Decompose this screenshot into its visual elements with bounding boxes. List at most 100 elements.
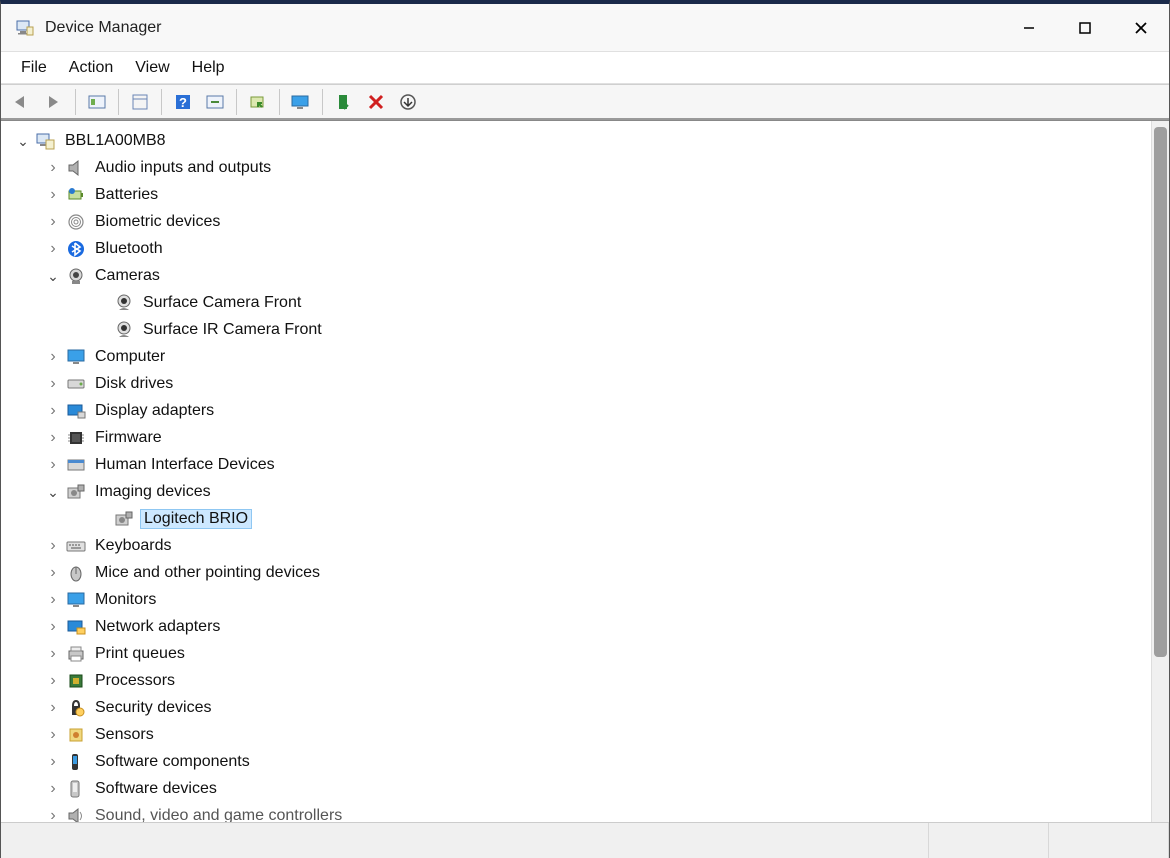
tree-item-label: Surface Camera Front bbox=[141, 294, 303, 312]
tree-category[interactable]: Sensors bbox=[11, 721, 1151, 748]
tree-category[interactable]: Processors bbox=[11, 667, 1151, 694]
tree-device[interactable]: Surface Camera Front bbox=[11, 289, 1151, 316]
tree-expander[interactable] bbox=[45, 430, 61, 446]
tree-expander[interactable] bbox=[45, 376, 61, 392]
tree-item-label: Sensors bbox=[93, 726, 156, 744]
tree-expander[interactable] bbox=[45, 484, 61, 500]
vertical-scrollbar[interactable] bbox=[1151, 121, 1169, 822]
mouse-icon bbox=[65, 562, 87, 584]
tree-category[interactable]: Keyboards bbox=[11, 532, 1151, 559]
tree-category[interactable]: Print queues bbox=[11, 640, 1151, 667]
display-button[interactable] bbox=[286, 88, 316, 116]
tree-category[interactable]: Disk drives bbox=[11, 370, 1151, 397]
statusbar-section bbox=[929, 823, 1049, 858]
menu-action[interactable]: Action bbox=[59, 55, 123, 81]
tree-item-label: Human Interface Devices bbox=[93, 456, 277, 474]
tree-expander[interactable] bbox=[45, 214, 61, 230]
software-dev-icon bbox=[65, 778, 87, 800]
tree-expander[interactable] bbox=[45, 646, 61, 662]
tree-device[interactable]: Logitech BRIO bbox=[11, 505, 1151, 532]
statusbar bbox=[1, 822, 1169, 858]
root-icon bbox=[35, 130, 57, 152]
enable-device-button[interactable] bbox=[329, 88, 359, 116]
back-button[interactable] bbox=[7, 88, 37, 116]
tree-expander[interactable] bbox=[45, 187, 61, 203]
toolbar-separator bbox=[236, 89, 237, 115]
tree-category[interactable]: Biometric devices bbox=[11, 208, 1151, 235]
menu-help[interactable]: Help bbox=[182, 55, 235, 81]
tree-expander[interactable] bbox=[45, 700, 61, 716]
device-tree[interactable]: BBL1A00MB8Audio inputs and outputs Batter… bbox=[1, 121, 1151, 822]
sound-icon bbox=[65, 805, 87, 823]
tree-expander[interactable] bbox=[45, 727, 61, 743]
properties-button[interactable] bbox=[125, 88, 155, 116]
tree-category[interactable]: Computer bbox=[11, 343, 1151, 370]
maximize-button[interactable] bbox=[1057, 4, 1113, 51]
cpu-icon bbox=[65, 670, 87, 692]
titlebar: Device Manager bbox=[1, 4, 1169, 52]
tree-category[interactable]: Network adapters bbox=[11, 613, 1151, 640]
tree-device[interactable]: Surface IR Camera Front bbox=[11, 316, 1151, 343]
tree-item-label: Sound, video and game controllers bbox=[93, 807, 344, 823]
tree-expander[interactable] bbox=[45, 673, 61, 689]
tree-category[interactable]: Mice and other pointing devices bbox=[11, 559, 1151, 586]
forward-button[interactable] bbox=[39, 88, 69, 116]
toolbar: ? bbox=[1, 84, 1169, 120]
tree-category[interactable]: Batteries bbox=[11, 181, 1151, 208]
tree-category[interactable]: Cameras bbox=[11, 262, 1151, 289]
tree-expander[interactable] bbox=[45, 619, 61, 635]
content-area: BBL1A00MB8Audio inputs and outputs Batter… bbox=[1, 120, 1169, 822]
tree-category[interactable]: Bluetooth bbox=[11, 235, 1151, 262]
toolbar-separator bbox=[118, 89, 119, 115]
menu-view[interactable]: View bbox=[125, 55, 179, 81]
minimize-button[interactable] bbox=[1001, 4, 1057, 51]
tree-expander[interactable] bbox=[45, 808, 61, 823]
tree-expander[interactable] bbox=[45, 565, 61, 581]
tree-item-label: Software devices bbox=[93, 780, 219, 798]
tree-category[interactable]: Security devices bbox=[11, 694, 1151, 721]
speaker-icon bbox=[65, 157, 87, 179]
close-button[interactable] bbox=[1113, 4, 1169, 51]
window-title: Device Manager bbox=[45, 19, 1001, 37]
tree-item-label: Display adapters bbox=[93, 402, 216, 420]
tree-item-label: Monitors bbox=[93, 591, 158, 609]
tree-category[interactable]: Audio inputs and outputs bbox=[11, 154, 1151, 181]
tree-category[interactable]: Software devices bbox=[11, 775, 1151, 802]
menu-file[interactable]: File bbox=[11, 55, 57, 81]
webcam-icon bbox=[113, 292, 135, 314]
tree-category[interactable]: Firmware bbox=[11, 424, 1151, 451]
scrollbar-thumb[interactable] bbox=[1154, 127, 1167, 657]
tree-expander[interactable] bbox=[45, 754, 61, 770]
tree-expander[interactable] bbox=[45, 592, 61, 608]
update-driver-button[interactable] bbox=[243, 88, 273, 116]
statusbar-section bbox=[1049, 823, 1169, 858]
help-button[interactable]: ? bbox=[168, 88, 198, 116]
disable-device-button[interactable] bbox=[361, 88, 391, 116]
tree-expander[interactable] bbox=[15, 133, 31, 149]
tree-expander[interactable] bbox=[45, 457, 61, 473]
action-button[interactable] bbox=[200, 88, 230, 116]
tree-expander[interactable] bbox=[45, 781, 61, 797]
tree-category[interactable]: Software components bbox=[11, 748, 1151, 775]
tree-expander[interactable] bbox=[45, 160, 61, 176]
tree-root[interactable]: BBL1A00MB8 bbox=[11, 127, 1151, 154]
tree-item-label: Processors bbox=[93, 672, 177, 690]
tree-expander[interactable] bbox=[45, 538, 61, 554]
tree-item-label: Batteries bbox=[93, 186, 160, 204]
tree-category[interactable]: Human Interface Devices bbox=[11, 451, 1151, 478]
toolbar-separator bbox=[161, 89, 162, 115]
security-icon bbox=[65, 697, 87, 719]
keyboard-icon bbox=[65, 535, 87, 557]
tree-category[interactable]: Display adapters bbox=[11, 397, 1151, 424]
tree-expander[interactable] bbox=[45, 241, 61, 257]
tree-category[interactable]: Monitors bbox=[11, 586, 1151, 613]
tree-category[interactable]: Imaging devices bbox=[11, 478, 1151, 505]
tree-expander[interactable] bbox=[45, 268, 61, 284]
show-hidden-button[interactable] bbox=[82, 88, 112, 116]
tree-expander[interactable] bbox=[45, 403, 61, 419]
tree-category[interactable]: Sound, video and game controllers bbox=[11, 802, 1151, 822]
chip-icon bbox=[65, 427, 87, 449]
tree-item-label: Network adapters bbox=[93, 618, 222, 636]
tree-expander[interactable] bbox=[45, 349, 61, 365]
scan-hardware-button[interactable] bbox=[393, 88, 423, 116]
